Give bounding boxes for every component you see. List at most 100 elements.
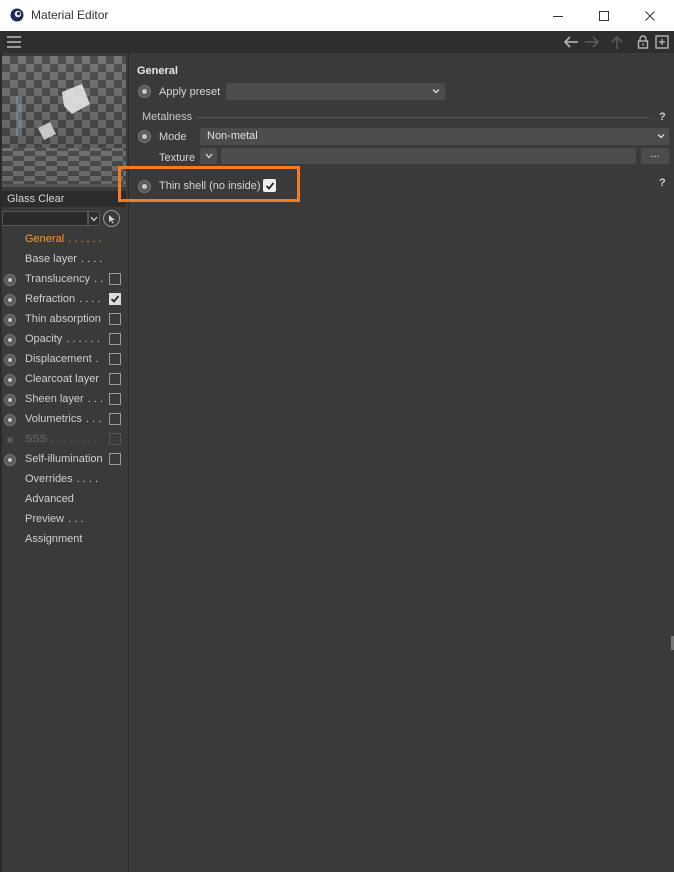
nav-item-label: General: [25, 233, 65, 245]
mode-radio[interactable]: [138, 130, 151, 143]
mode-label: Mode: [159, 131, 187, 143]
nav-item-label: Assignment: [25, 533, 83, 545]
filter-input[interactable]: [2, 211, 88, 226]
nav-item-dots: . . . .: [79, 293, 101, 305]
thin-shell-help-icon[interactable]: ?: [659, 177, 666, 189]
nav-item-label: Preview: [25, 513, 65, 525]
channel-radio[interactable]: [4, 274, 16, 286]
filter-dropdown-button[interactable]: [88, 211, 100, 226]
nav-item-text: Displacement.: [25, 353, 99, 365]
nav-item-label: Volumetrics: [25, 413, 82, 425]
nav-item-refraction[interactable]: Refraction. . . .: [0, 290, 128, 310]
nav-item-text: Self-illumination: [25, 453, 107, 465]
maximize-icon: [599, 10, 609, 21]
back-arrow-icon[interactable]: [563, 34, 579, 50]
menu-icon[interactable]: [7, 36, 21, 48]
nav-item-dots: . . . .: [80, 253, 103, 265]
nav-item-label: Base layer: [25, 253, 77, 265]
nav-item-text: Advanced: [25, 493, 78, 505]
channel-radio[interactable]: [4, 354, 16, 366]
material-preview[interactable]: [2, 56, 126, 184]
mode-dropdown[interactable]: Non-metal: [200, 128, 669, 145]
title-bar: Material Editor: [0, 0, 674, 31]
channel-radio[interactable]: [7, 437, 13, 443]
nav-item-label: Opacity: [25, 333, 63, 345]
nav-item-dots: . . . . . .: [68, 233, 102, 245]
channel-enable-checkbox[interactable]: [109, 433, 121, 445]
nav-item-base-layer[interactable]: Base layer. . . .: [0, 250, 128, 270]
nav-item-label: Clearcoat layer: [25, 373, 99, 385]
nav-item-preview[interactable]: Preview. . .: [0, 510, 128, 530]
lock-icon[interactable]: [635, 34, 651, 50]
nav-item-dots: .: [95, 353, 99, 365]
preview-divider: [2, 184, 126, 187]
nav-item-dots: . .: [94, 273, 104, 285]
texture-browse-button[interactable]: ...: [641, 148, 669, 164]
nav-item-label: Overrides: [25, 473, 73, 485]
nav-item-dots: . . . . . .: [66, 333, 100, 345]
channel-radio[interactable]: [4, 414, 16, 426]
nav-item-label: Sheen layer: [25, 393, 84, 405]
channel-radio[interactable]: [4, 294, 16, 306]
nav-item-text: Opacity. . . . . .: [25, 333, 100, 345]
nav-item-sss[interactable]: SSS. . . . . . . .: [0, 430, 128, 450]
chevron-down-icon: [90, 216, 98, 221]
nav-item-text: Refraction. . . .: [25, 293, 101, 305]
pick-cursor-button[interactable]: [103, 210, 120, 227]
material-name[interactable]: Glass Clear: [2, 191, 126, 207]
nav-item-label: Displacement: [25, 353, 92, 365]
metalness-group-divider: [196, 117, 650, 118]
close-button[interactable]: [627, 0, 673, 31]
nav-item-volumetrics[interactable]: Volumetrics. . .: [0, 410, 128, 430]
texture-field[interactable]: [221, 148, 636, 164]
nav-item-opacity[interactable]: Opacity. . . . . .: [0, 330, 128, 350]
nav-item-text: Sheen layer. . .: [25, 393, 103, 405]
nav-item-overrides[interactable]: Overrides. . . .: [0, 470, 128, 490]
nav-item-label: Self-illumination: [25, 453, 103, 465]
channel-radio[interactable]: [4, 334, 16, 346]
chevron-down-icon: [205, 153, 212, 159]
nav-item-general[interactable]: General. . . . . .: [0, 230, 128, 250]
channel-enable-checkbox[interactable]: [109, 373, 121, 385]
nav-item-thin-absorption[interactable]: Thin absorption: [0, 310, 128, 330]
minimize-button[interactable]: [535, 0, 581, 31]
metalness-help-icon[interactable]: ?: [659, 111, 666, 123]
channel-enable-checkbox[interactable]: [109, 413, 121, 425]
window-title: Material Editor: [31, 8, 109, 22]
nav-item-advanced[interactable]: Advanced: [0, 490, 128, 510]
channel-enable-checkbox[interactable]: [109, 313, 121, 325]
nav-item-text: SSS. . . . . . . .: [25, 433, 97, 445]
nav-item-sheen-layer[interactable]: Sheen layer. . .: [0, 390, 128, 410]
nav-item-clearcoat-layer[interactable]: Clearcoat layer: [0, 370, 128, 390]
channel-radio[interactable]: [4, 374, 16, 386]
nav-item-displacement[interactable]: Displacement.: [0, 350, 128, 370]
channel-enable-checkbox[interactable]: [109, 353, 121, 365]
channel-enable-checkbox[interactable]: [109, 293, 121, 305]
channel-enable-checkbox[interactable]: [109, 393, 121, 405]
maximize-button[interactable]: [581, 0, 627, 31]
texture-menu-button[interactable]: [200, 148, 217, 164]
nav-item-label: SSS: [25, 433, 48, 445]
nav-item-label: Translucency: [25, 273, 91, 285]
new-window-icon[interactable]: [654, 34, 670, 50]
nav-item-self-illumination[interactable]: Self-illumination: [0, 450, 128, 470]
channel-radio[interactable]: [4, 454, 16, 466]
channel-enable-checkbox[interactable]: [109, 273, 121, 285]
apply-preset-label: Apply preset: [159, 86, 221, 98]
channel-radio[interactable]: [4, 394, 16, 406]
nav-item-text: General. . . . . .: [25, 233, 102, 245]
nav-item-dots: . . .: [85, 413, 102, 425]
apply-preset-radio[interactable]: [138, 85, 151, 98]
up-arrow-icon[interactable]: [609, 34, 625, 50]
nav-item-translucency[interactable]: Translucency. .: [0, 270, 128, 290]
forward-arrow-icon[interactable]: [584, 34, 600, 50]
channel-radio[interactable]: [4, 314, 16, 326]
channel-enable-checkbox[interactable]: [109, 333, 121, 345]
apply-preset-dropdown[interactable]: [226, 83, 445, 100]
nav-item-assignment[interactable]: Assignment: [0, 530, 128, 550]
chevron-down-icon: [657, 134, 665, 139]
nav-item-text: Thin absorption: [25, 313, 105, 325]
highlight-annotation-box: [118, 166, 300, 202]
nav-item-text: Assignment: [25, 533, 86, 545]
channel-enable-checkbox[interactable]: [109, 453, 121, 465]
